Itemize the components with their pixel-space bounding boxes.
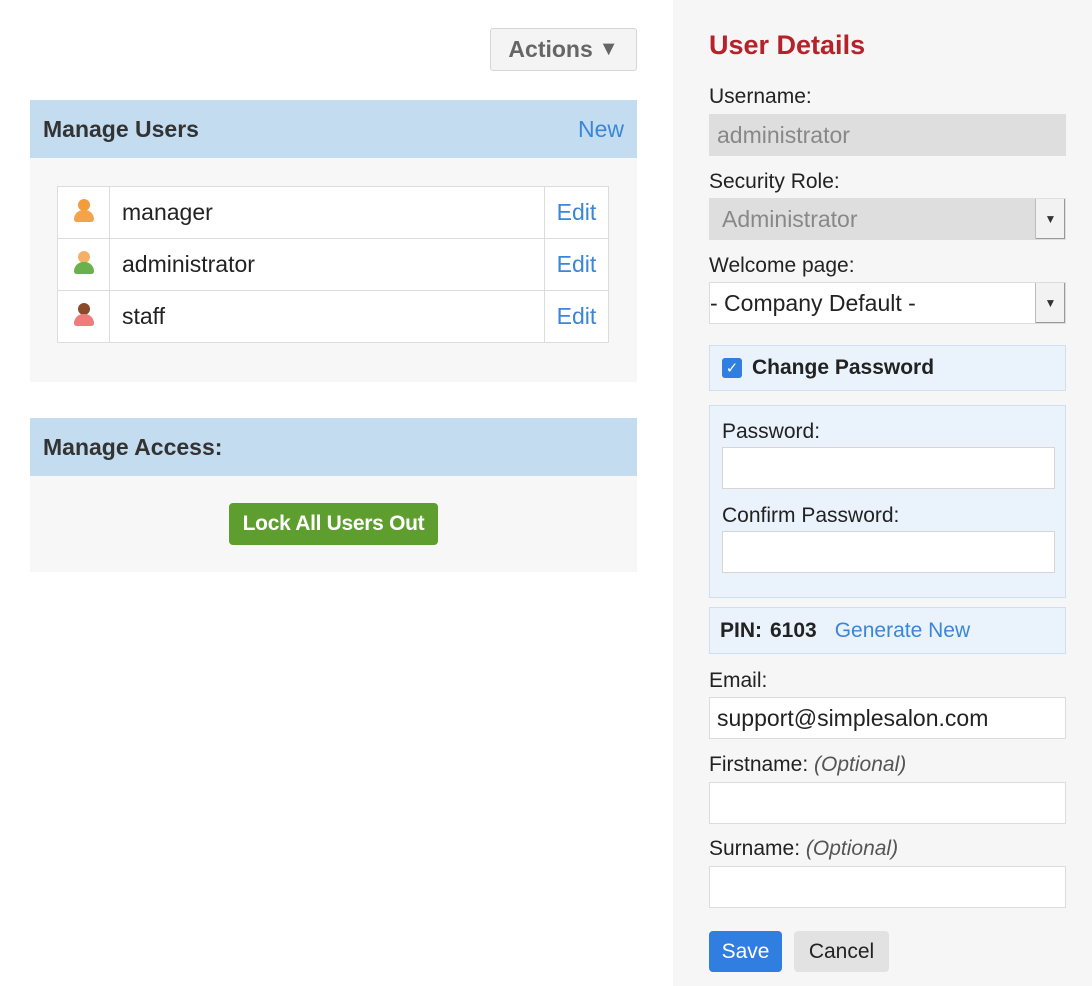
firstname-label: Firstname: (Optional)	[709, 753, 906, 777]
generate-new-pin-link[interactable]: Generate New	[835, 619, 970, 643]
security-role-select: Administrator ▼	[709, 198, 1066, 240]
pin-value: 6103	[770, 618, 817, 642]
manage-access-panel: Manage Access: Lock All Users Out	[30, 418, 637, 572]
surname-optional: (Optional)	[805, 837, 899, 860]
pin-label: PIN:	[720, 618, 762, 642]
triangle-down-icon: ▼	[598, 38, 619, 60]
email-field[interactable]: support@simplesalon.com	[709, 697, 1066, 739]
manage-access-title: Manage Access:	[43, 433, 223, 460]
user-details-title: User Details	[709, 30, 866, 60]
password-field[interactable]	[722, 447, 1055, 489]
manage-access-header: Manage Access:	[30, 418, 637, 476]
password-section: Password: Confirm Password:	[709, 405, 1066, 598]
save-button[interactable]: Save	[709, 931, 782, 972]
table-row: administrator Edit	[57, 238, 609, 291]
cancel-button[interactable]: Cancel	[794, 931, 889, 972]
security-role-value: Administrator	[722, 205, 858, 232]
manage-users-header: Manage Users New	[30, 100, 637, 158]
edit-user-link[interactable]: Edit	[544, 186, 609, 239]
manage-users-panel: Manage Users New manager Edit administra…	[30, 100, 637, 382]
users-table: manager Edit administrator Edit staff Ed…	[57, 186, 609, 343]
security-role-label: Security Role:	[709, 170, 840, 193]
chevron-down-icon: ▼	[1035, 199, 1065, 239]
password-label: Password:	[722, 420, 821, 443]
table-row: manager Edit	[57, 186, 609, 239]
new-user-link[interactable]: New	[578, 116, 624, 143]
edit-user-link[interactable]: Edit	[544, 238, 609, 291]
chevron-down-icon[interactable]: ▼	[1035, 283, 1065, 323]
change-password-label: Change Password	[752, 356, 935, 379]
user-icon	[71, 197, 97, 223]
pin-row: PIN: 6103 Generate New	[709, 607, 1066, 654]
user-name: administrator	[109, 238, 545, 291]
actions-button[interactable]: Actions ▼	[490, 28, 637, 71]
firstname-field[interactable]	[709, 782, 1066, 824]
welcome-page-label: Welcome page:	[709, 254, 855, 277]
email-label: Email:	[709, 669, 768, 692]
confirm-password-label: Confirm Password:	[722, 504, 900, 527]
edit-user-link[interactable]: Edit	[544, 290, 609, 343]
username-field: administrator	[709, 114, 1066, 156]
welcome-page-select[interactable]: - Company Default - ▼	[709, 282, 1066, 324]
welcome-page-value: - Company Default -	[710, 289, 916, 316]
user-name: staff	[109, 290, 545, 343]
surname-label-text: Surname:	[709, 837, 801, 860]
lock-all-users-button[interactable]: Lock All Users Out	[229, 503, 438, 545]
user-name: manager	[109, 186, 545, 239]
user-icon	[71, 301, 97, 327]
manage-users-title: Manage Users	[43, 115, 199, 142]
firstname-optional: (Optional)	[814, 753, 907, 776]
change-password-checkbox[interactable]: ✓	[722, 358, 742, 378]
surname-field[interactable]	[709, 866, 1066, 908]
surname-label: Surname: (Optional)	[709, 837, 898, 861]
actions-label: Actions	[508, 36, 593, 62]
user-details-panel: User Details Username: administrator Sec…	[673, 0, 1092, 986]
change-password-row[interactable]: ✓ Change Password	[709, 345, 1066, 391]
confirm-password-field[interactable]	[722, 531, 1055, 573]
user-icon	[71, 249, 97, 275]
username-label: Username:	[709, 85, 812, 108]
firstname-label-text: Firstname:	[709, 753, 809, 776]
table-row: staff Edit	[57, 290, 609, 343]
